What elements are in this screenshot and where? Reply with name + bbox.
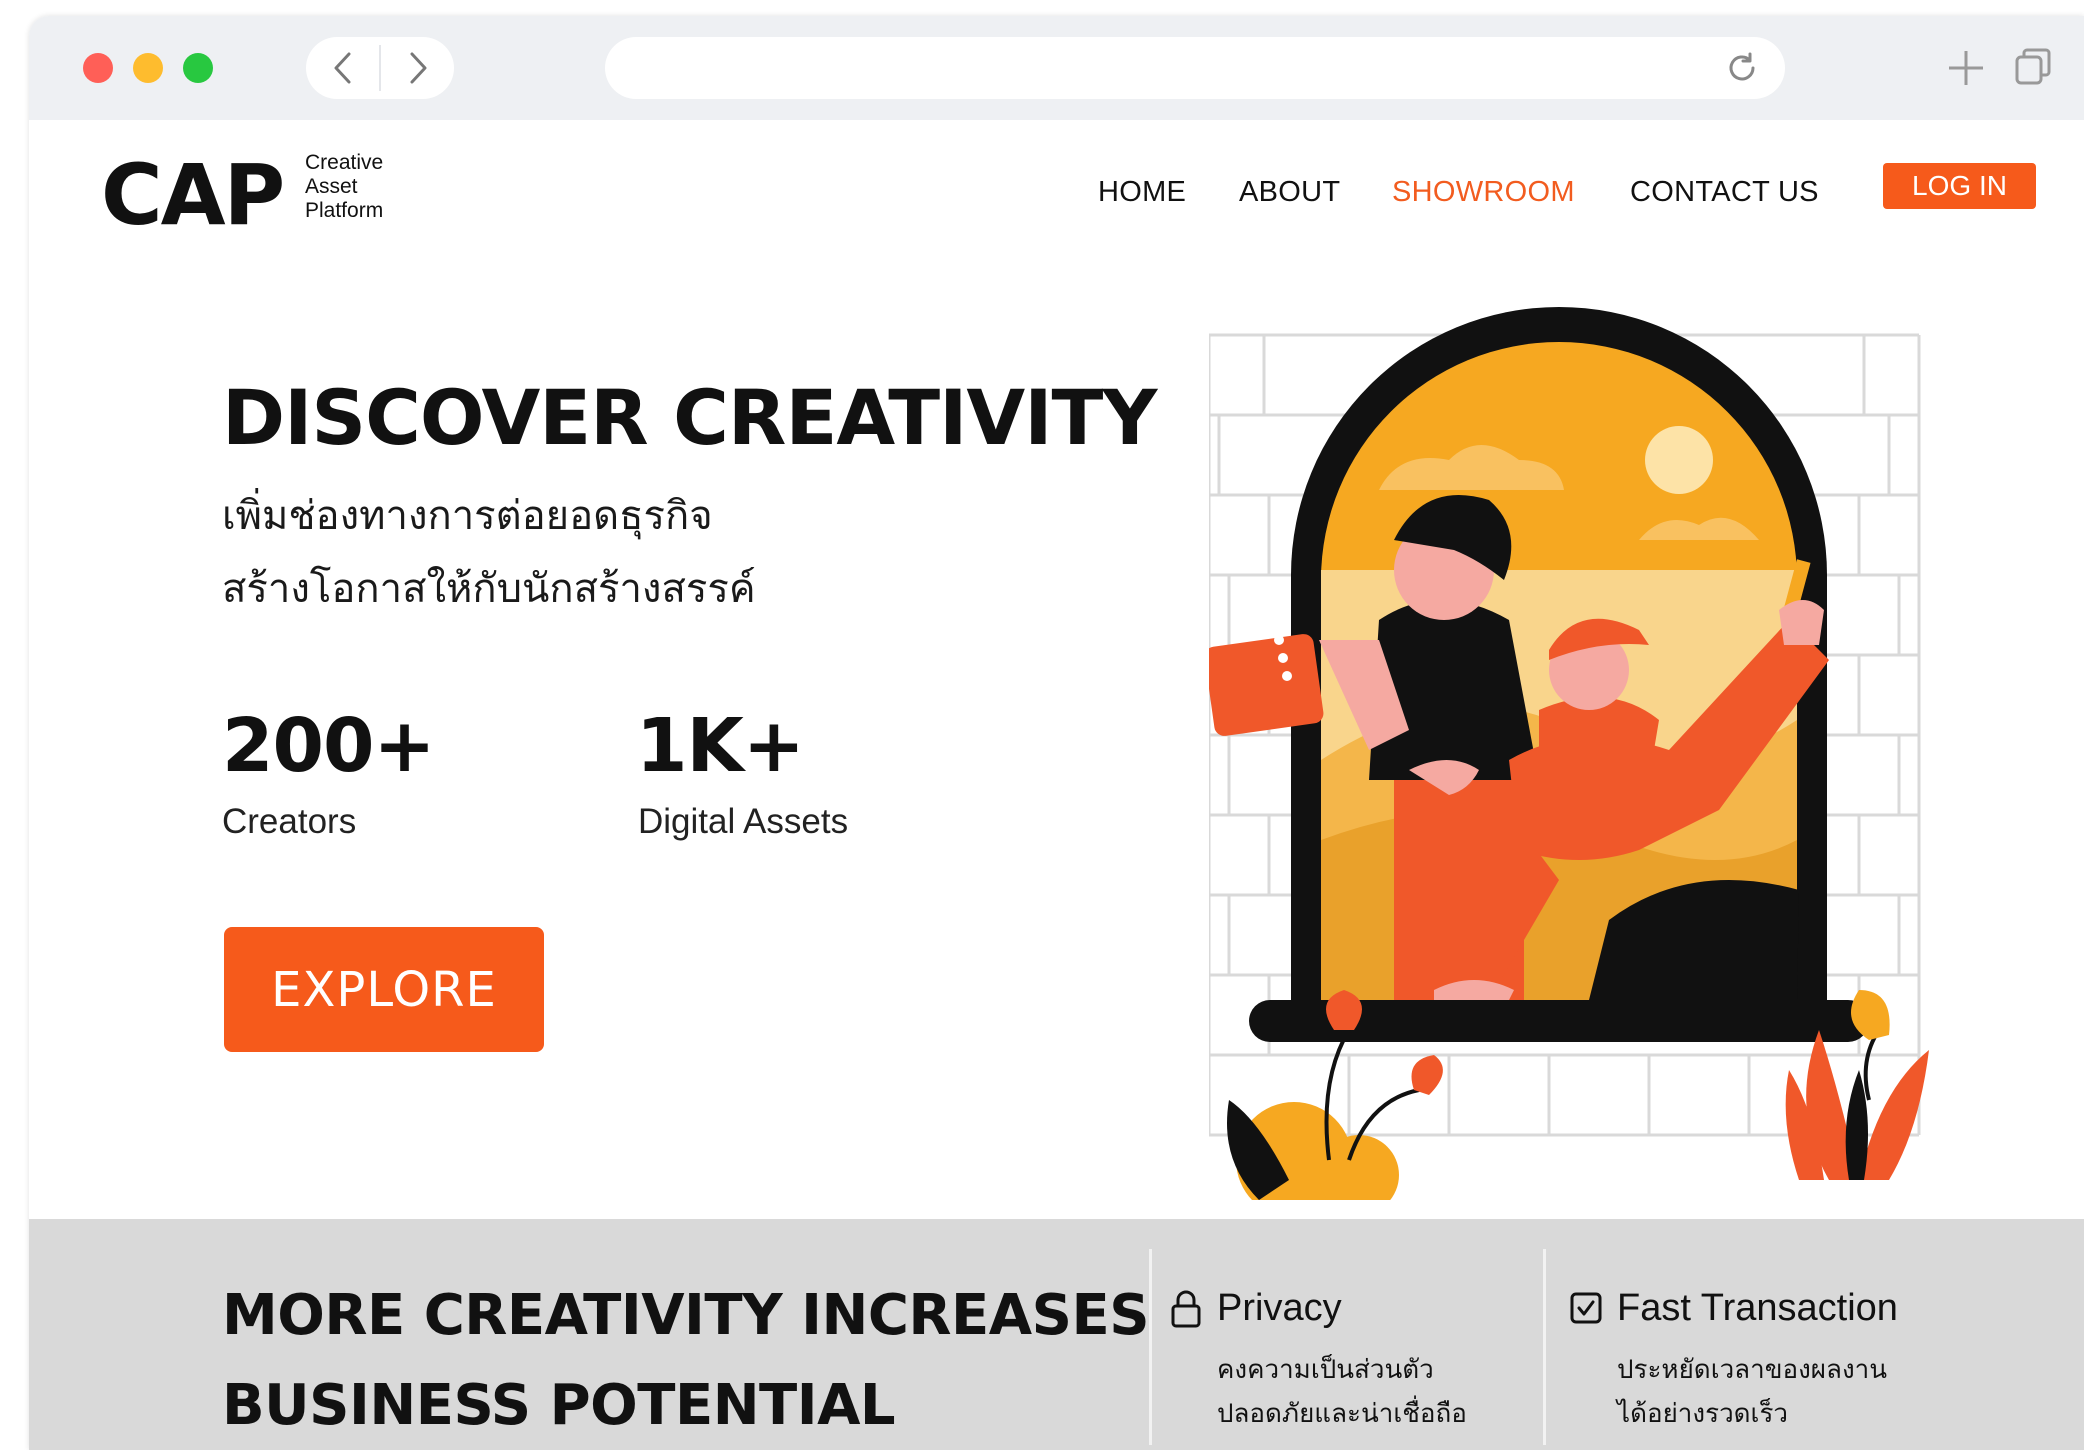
chevron-right-icon xyxy=(410,52,426,84)
feature-description-line: ปลอดภัยและน่าเชื่อถือ xyxy=(1217,1399,1467,1429)
reload-icon[interactable] xyxy=(1725,51,1759,85)
address-bar[interactable] xyxy=(605,37,1785,99)
feature-description-line: ประหยัดเวลาของผลงาน xyxy=(1617,1355,1888,1385)
nav-showroom[interactable]: SHOWROOM xyxy=(1392,176,1575,209)
feature-description-line: ได้อย่างรวดเร็ว xyxy=(1617,1399,1789,1429)
checkbox-icon xyxy=(1570,1292,1602,1324)
stat-assets-value: 1K+ xyxy=(636,703,805,789)
feature-name: Fast Transaction xyxy=(1617,1287,1898,1329)
hero-title: DISCOVER CREATIVITY xyxy=(222,373,1157,462)
back-button[interactable] xyxy=(306,37,379,99)
band-divider xyxy=(1149,1249,1152,1445)
minimize-window-button[interactable] xyxy=(133,53,163,83)
tab-overview-icon[interactable] xyxy=(2012,46,2054,88)
browser-window: CAP Creative Asset Platform HOME ABOUT S… xyxy=(29,16,2084,1450)
stat-assets-label: Digital Assets xyxy=(638,802,849,841)
stat-creators-label: Creators xyxy=(222,802,357,841)
maximize-window-button[interactable] xyxy=(183,53,213,83)
band-title-line: BUSINESS POTENTIAL xyxy=(222,1373,896,1438)
new-tab-icon[interactable] xyxy=(1943,45,1989,91)
close-window-button[interactable] xyxy=(83,53,113,83)
history-nav xyxy=(306,37,454,99)
logo-tagline-line: Creative xyxy=(305,151,384,174)
nav-home[interactable]: HOME xyxy=(1098,176,1186,209)
forward-button[interactable] xyxy=(381,37,454,99)
login-button[interactable]: LOG IN xyxy=(1883,163,2036,209)
hero-subtitle-line: เพิ่มช่องทางการต่อยอดธุรกิจ xyxy=(222,493,713,539)
hero-illustration xyxy=(1209,307,1929,1200)
feature-name: Privacy xyxy=(1217,1287,1342,1329)
chevron-left-icon xyxy=(334,52,350,84)
band-title-line: MORE CREATIVITY INCREASES xyxy=(222,1283,1150,1348)
lock-icon xyxy=(1171,1290,1201,1328)
stat-creators-value: 200+ xyxy=(222,703,435,789)
band-divider xyxy=(1543,1249,1546,1445)
browser-toolbar xyxy=(29,16,2084,120)
feature-description-line: คงความเป็นส่วนตัว xyxy=(1217,1355,1434,1385)
nav-about[interactable]: ABOUT xyxy=(1239,176,1340,209)
features-band: MORE CREATIVITY INCREASES BUSINESS POTEN… xyxy=(29,1219,2084,1450)
hero-subtitle-line: สร้างโอกาสให้กับนักสร้างสรรค์ xyxy=(222,566,756,612)
explore-button[interactable]: EXPLORE xyxy=(224,927,544,1052)
band-title: MORE CREATIVITY INCREASES BUSINESS POTEN… xyxy=(222,1271,1150,1450)
nav-contact-us[interactable]: CONTACT US xyxy=(1630,176,1819,209)
main-nav: HOME ABOUT SHOWROOM CONTACT US xyxy=(29,176,2084,216)
